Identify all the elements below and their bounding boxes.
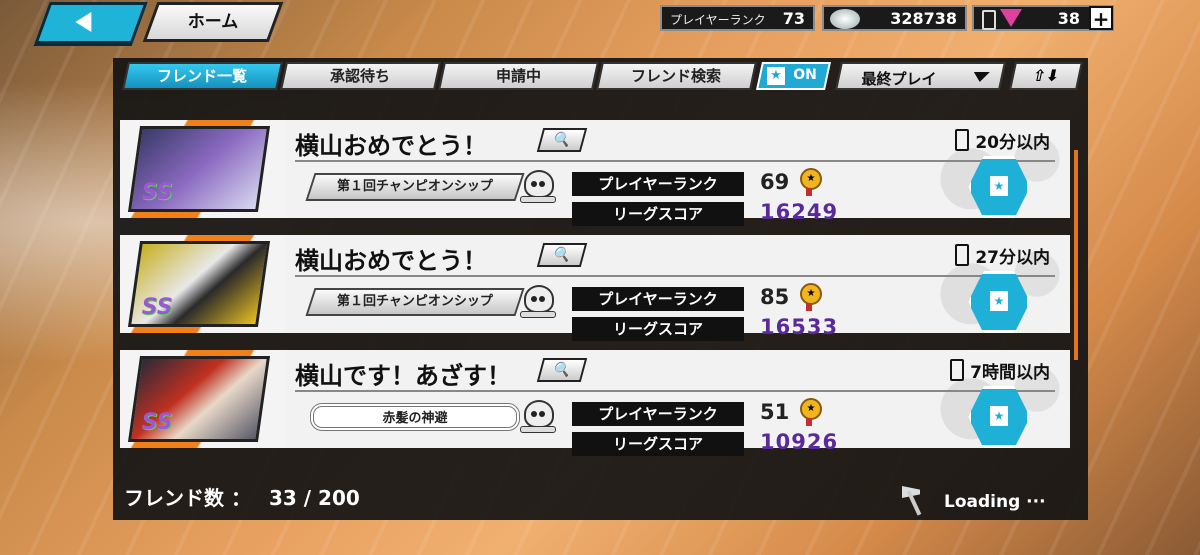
- title-text: 第１回チャンピオンシップ: [337, 179, 493, 194]
- medal-icon: ★: [800, 283, 822, 311]
- sort-label: 最終プレイ: [861, 70, 937, 88]
- time-text: 7時間以内: [970, 363, 1050, 383]
- search-icon[interactable]: 🔍: [536, 243, 588, 267]
- league-score: 10926: [760, 430, 839, 454]
- rank-label: プレイヤーランク: [572, 402, 744, 426]
- star-icon: ★: [767, 67, 785, 85]
- medal-icon: ★: [800, 398, 822, 426]
- coin-icon: [830, 9, 860, 29]
- tab-label: フレンド一覧: [157, 67, 248, 85]
- star-icon: ★: [990, 176, 1008, 196]
- rank-value: 85: [760, 285, 790, 309]
- grade-badge: SS: [141, 410, 173, 435]
- league-label: リーグスコア: [572, 317, 744, 341]
- last-play-time: 20分以内: [955, 128, 1050, 153]
- home-button[interactable]: ホーム: [142, 2, 284, 42]
- favorite-filter-toggle[interactable]: ★ ON: [756, 62, 831, 90]
- player-rank-value: 73: [782, 9, 805, 28]
- gem-display: 38 +: [972, 5, 1114, 31]
- home-label: ホーム: [187, 12, 239, 32]
- medal-icon: ★: [800, 168, 822, 196]
- tab-label: 申請中: [495, 67, 541, 85]
- avatar: SS: [127, 356, 271, 442]
- skull-icon: [518, 398, 556, 436]
- title-badge: 赤髪の神避: [310, 403, 520, 431]
- scrollbar[interactable]: [1074, 150, 1078, 360]
- avatar: SS: [127, 241, 271, 327]
- search-icon[interactable]: 🔍: [536, 358, 588, 382]
- tab-pending-approval[interactable]: 承認待ち: [280, 62, 441, 90]
- rank-label: プレイヤーランク: [572, 172, 744, 196]
- phone-icon: [955, 129, 970, 151]
- friend-row[interactable]: SS 横山おめでとう！ 🔍 27分以内 第１回チャンピオンシップ プレイヤーラン…: [120, 231, 1070, 341]
- league-score: 16533: [760, 315, 839, 339]
- tab-friend-search[interactable]: フレンド検索: [596, 62, 757, 90]
- chevron-down-icon: [971, 72, 990, 82]
- friend-row[interactable]: SS 横山おめでとう！ 🔍 20分以内 第１回チャンピオンシップ プレイヤーラン…: [120, 116, 1070, 226]
- friend-count-label: フレンド数 ：: [124, 486, 251, 510]
- rank-value: 69: [760, 170, 790, 194]
- friend-name: 横山です！あざす！: [295, 362, 511, 390]
- toggle-state: ON: [793, 67, 817, 83]
- star-icon: ★: [990, 291, 1008, 311]
- friend-count: フレンド数 ： 33 / 200: [124, 482, 360, 511]
- loading-indicator: Loading ···: [900, 486, 1060, 522]
- title-text: 第１回チャンピオンシップ: [337, 294, 493, 309]
- phone-icon: [982, 10, 996, 30]
- tab-requesting[interactable]: 申請中: [438, 62, 599, 90]
- tab-label: フレンド検索: [631, 67, 722, 85]
- time-text: 27分以内: [975, 248, 1050, 268]
- grade-badge: SS: [141, 295, 173, 320]
- title-badge: 第１回チャンピオンシップ: [305, 173, 525, 201]
- star-icon: ★: [990, 406, 1008, 426]
- player-rank-display: プレイヤーランク 73: [660, 5, 815, 31]
- league-label: リーグスコア: [572, 432, 744, 456]
- friend-name: 横山おめでとう！: [295, 132, 487, 160]
- sort-dropdown[interactable]: 最終プレイ: [835, 62, 1006, 90]
- last-play-time: 27分以内: [955, 243, 1050, 268]
- time-text: 20分以内: [975, 133, 1050, 153]
- add-gems-button[interactable]: +: [1089, 6, 1113, 30]
- gem-icon: [1000, 9, 1022, 27]
- gem-value: 38: [1057, 9, 1080, 28]
- friend-name: 横山おめでとう！: [295, 247, 487, 275]
- rank-value: 51: [760, 400, 790, 424]
- skull-icon: [518, 168, 556, 206]
- divider: [295, 160, 1055, 162]
- coin-display: 328738: [822, 5, 967, 31]
- back-button[interactable]: [34, 2, 148, 44]
- divider: [295, 390, 1055, 392]
- tab-friend-list[interactable]: フレンド一覧: [122, 62, 283, 90]
- friend-count-value: 33 / 200: [268, 486, 360, 510]
- coin-value: 328738: [890, 9, 957, 28]
- loading-text: Loading ···: [944, 492, 1046, 512]
- sort-order-icon: ⇧⬇: [1030, 66, 1062, 85]
- league-label: リーグスコア: [572, 202, 744, 226]
- sort-order-button[interactable]: ⇧⬇: [1009, 62, 1083, 90]
- tab-label: 承認待ち: [330, 67, 391, 85]
- title-text: 赤髪の神避: [382, 411, 448, 426]
- rank-label: プレイヤーランク: [572, 287, 744, 311]
- search-icon[interactable]: 🔍: [536, 128, 588, 152]
- last-play-time: 7時間以内: [950, 358, 1050, 383]
- player-rank-label: プレイヤーランク: [670, 13, 766, 27]
- friend-row[interactable]: SS 横山です！あざす！ 🔍 7時間以内 赤髪の神避 プレイヤーランク リーグス…: [120, 346, 1070, 456]
- grade-badge: SS: [141, 180, 173, 205]
- skull-icon: [518, 283, 556, 321]
- divider: [295, 275, 1055, 277]
- avatar: SS: [127, 126, 271, 212]
- phone-icon: [955, 244, 970, 266]
- flag-icon: [900, 486, 926, 516]
- title-badge: 第１回チャンピオンシップ: [305, 288, 525, 316]
- phone-icon: [950, 359, 965, 381]
- back-arrow-icon: [75, 12, 92, 32]
- league-score: 16249: [760, 200, 839, 224]
